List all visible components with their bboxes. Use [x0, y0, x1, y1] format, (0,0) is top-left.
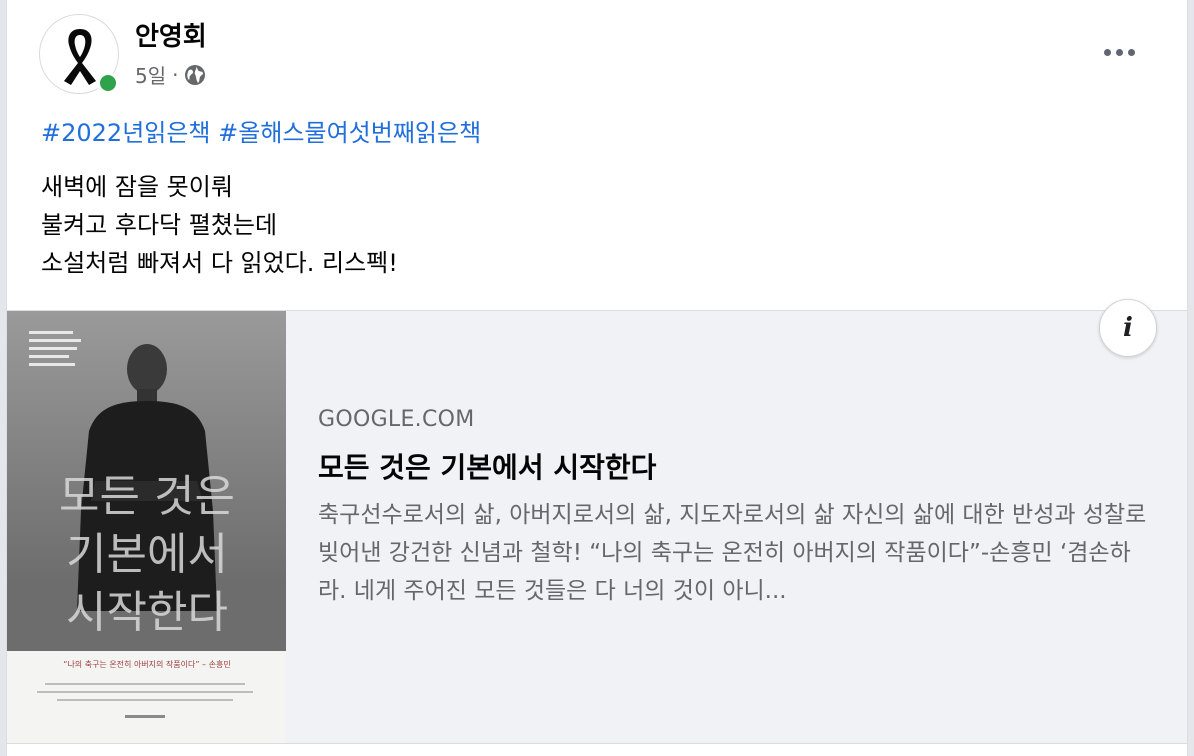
- post-author-name[interactable]: 안영회: [135, 16, 207, 53]
- globe-icon[interactable]: [184, 64, 206, 86]
- info-icon-label: i: [1123, 313, 1133, 343]
- post-body-line: 소설처럼 빠져서 다 읽었다. 리스펙!: [41, 249, 398, 277]
- post-hashtags: #2022년읽은책 #올해스물여섯번째읽은책: [41, 113, 481, 148]
- link-preview[interactable]: 모든 것은 기본에서 시작한다 “나의 축구는 온전히 아버지의 작품이다” –…: [7, 299, 1187, 744]
- post-body-line: 불켜고 후다닥 펼쳤는데: [41, 211, 278, 239]
- post-body-line: 새벽에 잠을 못이뤄: [41, 173, 233, 201]
- post-card: 안영회 5일 · #2022년읽은책 #올해스물여섯번째읽은책 새벽에 잠을 못…: [6, 0, 1188, 756]
- cover-title-line: 모든 것은: [59, 471, 235, 522]
- hashtag-link[interactable]: #올해스물여섯번째읽은책: [218, 119, 481, 147]
- online-status-dot: [97, 72, 119, 94]
- post-meta: 5일 ·: [135, 60, 206, 89]
- post-body: 새벽에 잠을 못이뤄 불켜고 후다닥 펼쳤는데 소설처럼 빠져서 다 읽었다. …: [41, 168, 398, 282]
- hashtag-link[interactable]: #2022년읽은책: [41, 119, 211, 147]
- book-cover-image: 모든 것은 기본에서 시작한다 “나의 축구는 온전히 아버지의 작품이다” –…: [7, 311, 286, 743]
- meta-separator: ·: [172, 62, 179, 87]
- more-dot: [1103, 48, 1111, 56]
- info-icon[interactable]: i: [1099, 299, 1157, 357]
- cover-quote: “나의 축구는 온전히 아버지의 작품이다” – 손흥민: [63, 659, 230, 669]
- avatar[interactable]: [39, 14, 119, 94]
- link-domain: GOOGLE.COM: [318, 407, 475, 432]
- more-dot: [1127, 48, 1135, 56]
- link-description: 축구선수로서의 삶, 아버지로서의 삶, 지도자로서의 삶 자신의 삶에 대한 …: [318, 502, 1147, 604]
- more-dot: [1115, 48, 1123, 56]
- cover-title-line: 시작한다: [66, 587, 228, 638]
- post-timestamp[interactable]: 5일: [135, 60, 166, 89]
- cover-title-line: 기본에서: [66, 529, 228, 580]
- link-preview-info: GOOGLE.COM 모든 것은 기본에서 시작한다 축구선수로서의 삶, 아버…: [318, 407, 1158, 610]
- link-title[interactable]: 모든 것은 기본에서 시작한다: [318, 446, 1158, 486]
- more-options-icon[interactable]: [1097, 30, 1141, 74]
